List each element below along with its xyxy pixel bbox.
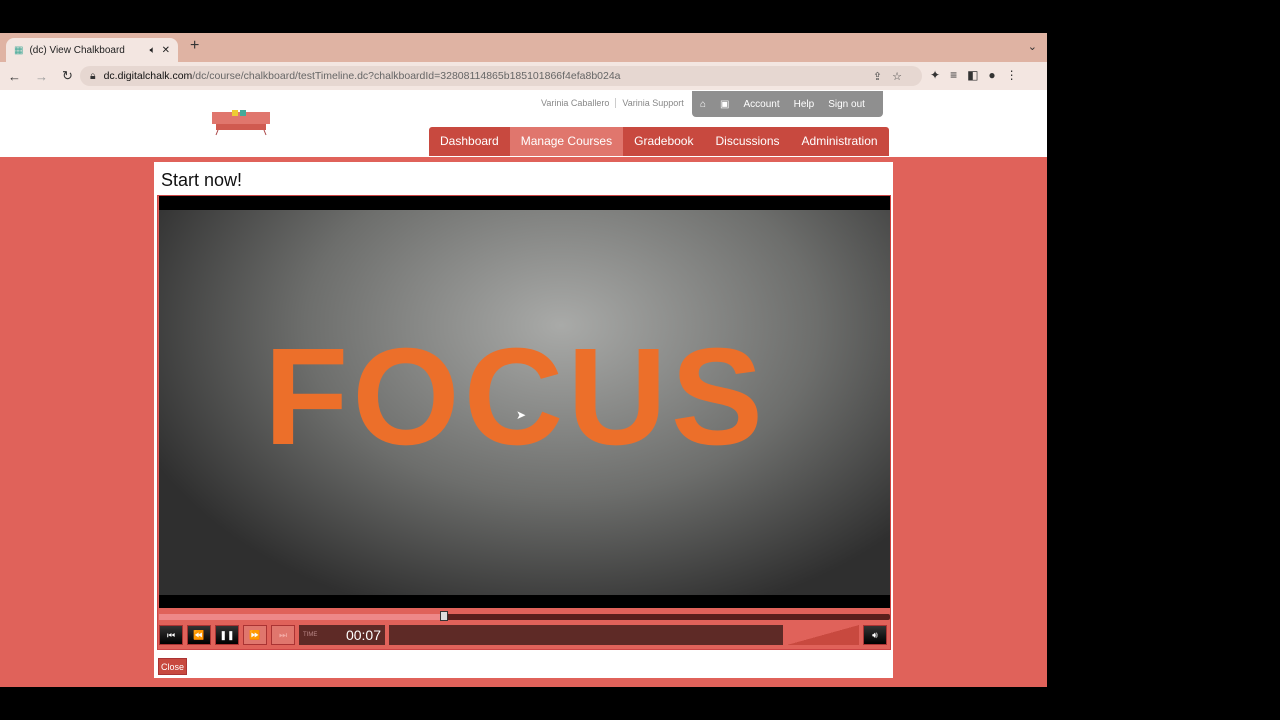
new-tab-button[interactable]: +	[190, 37, 199, 55]
address-bar[interactable]: 🔒︎ dc.digitalchalk.com/dc/course/chalkbo…	[80, 66, 922, 86]
chevron-down-icon[interactable]: ⌄	[1028, 40, 1037, 53]
skip-end-icon[interactable]: ⏭	[271, 625, 295, 645]
toolbar: ← → ↻ 🔒︎ dc.digitalchalk.com/dc/course/c…	[0, 62, 1047, 90]
url-path: /dc/course/chalkboard/testTimeline.dc?ch…	[192, 70, 621, 82]
site-header: Varinia Caballero Varinia Support ⌂ ▣ Ac…	[0, 90, 1047, 157]
video-area[interactable]: FOCUS ➤	[159, 196, 890, 608]
url-host: dc.digitalchalk.com	[103, 70, 193, 82]
user-info: Varinia Caballero Varinia Support	[541, 98, 684, 108]
video-text: FOCUS	[264, 320, 767, 474]
puzzle-icon[interactable]: ✦	[930, 68, 940, 82]
skip-start-icon[interactable]: ⏮	[159, 625, 183, 645]
speaker-icon[interactable]: 🔈︎	[150, 45, 156, 56]
nav-administration[interactable]: Administration	[791, 127, 889, 156]
time-label: TIME	[303, 632, 318, 638]
user-name[interactable]: Varinia Caballero	[541, 98, 609, 108]
nav-discussions[interactable]: Discussions	[704, 127, 790, 156]
sign-out-link[interactable]: Sign out	[828, 99, 865, 110]
calendar-icon[interactable]: ▣	[720, 99, 729, 110]
volume-icon[interactable]: 🔊︎	[863, 625, 887, 645]
tab-active[interactable]: ▦ (dc) View Chalkboard 🔈︎ ✕	[6, 38, 178, 62]
time-value: 00:07	[345, 627, 381, 643]
back-icon[interactable]: ←	[8, 69, 21, 84]
page-title: Start now!	[161, 170, 243, 190]
tab-bar: ▦ (dc) View Chalkboard 🔈︎ ✕ + ⌄	[0, 33, 1047, 62]
top-links: ⌂ ▣ Account Help Sign out	[692, 91, 883, 117]
org-name[interactable]: Varinia Support	[622, 98, 683, 108]
caption-track	[389, 625, 783, 645]
extensions: ✦ ≡ ◧ ● ⋮	[930, 68, 1018, 82]
nav-dashboard[interactable]: Dashboard	[429, 127, 510, 156]
help-link[interactable]: Help	[794, 99, 815, 110]
player-controls: ⏮ ⏪ ❚❚ ⏩ ⏭ TIME 00:07 🔊︎	[159, 625, 890, 647]
video-frame[interactable]: FOCUS ➤	[159, 210, 890, 595]
sofa-logo	[212, 110, 270, 136]
home-icon[interactable]: ⌂	[700, 99, 706, 110]
avatar[interactable]: ●	[988, 68, 995, 82]
reload-icon[interactable]: ↻	[62, 68, 73, 84]
tab-title: (dc) View Chalkboard	[29, 44, 125, 56]
volume-slider[interactable]	[787, 625, 859, 645]
close-button[interactable]: Close	[158, 658, 187, 675]
seek-progress	[159, 614, 445, 620]
content-panel: Start now! FOCUS ➤ ⏮ ⏪ ❚❚ ⏩ ⏭ TIME 00:07 …	[154, 162, 893, 678]
forward-icon[interactable]: →	[35, 69, 48, 84]
video-player: FOCUS ➤ ⏮ ⏪ ❚❚ ⏩ ⏭ TIME 00:07 🔊︎	[157, 195, 891, 650]
fast-forward-icon[interactable]: ⏩	[243, 625, 267, 645]
share-bookmark-icons[interactable]: ⇪☆	[873, 70, 912, 83]
pause-icon[interactable]: ❚❚	[215, 625, 239, 645]
close-tab-icon[interactable]: ✕	[162, 45, 170, 56]
cursor-icon: ➤	[516, 408, 527, 422]
reading-list-icon[interactable]: ≡	[950, 68, 957, 82]
lock-icon: 🔒︎	[90, 69, 96, 82]
seek-thumb[interactable]	[440, 611, 449, 621]
sidepanel-icon[interactable]: ◧	[967, 68, 978, 82]
time-display: TIME 00:07	[299, 625, 385, 645]
favicon-icon: ▦	[14, 44, 24, 56]
seek-bar[interactable]	[159, 611, 890, 621]
main-nav: Dashboard Manage Courses Gradebook Discu…	[429, 127, 889, 156]
account-link[interactable]: Account	[744, 99, 780, 110]
menu-icon[interactable]: ⋮	[1006, 68, 1018, 82]
nav-manage-courses[interactable]: Manage Courses	[509, 127, 624, 156]
nav-gradebook[interactable]: Gradebook	[623, 127, 704, 156]
rewind-icon[interactable]: ⏪	[187, 625, 211, 645]
browser-window: ▦ (dc) View Chalkboard 🔈︎ ✕ + ⌄ ← → ↻ 🔒︎…	[0, 33, 1047, 687]
